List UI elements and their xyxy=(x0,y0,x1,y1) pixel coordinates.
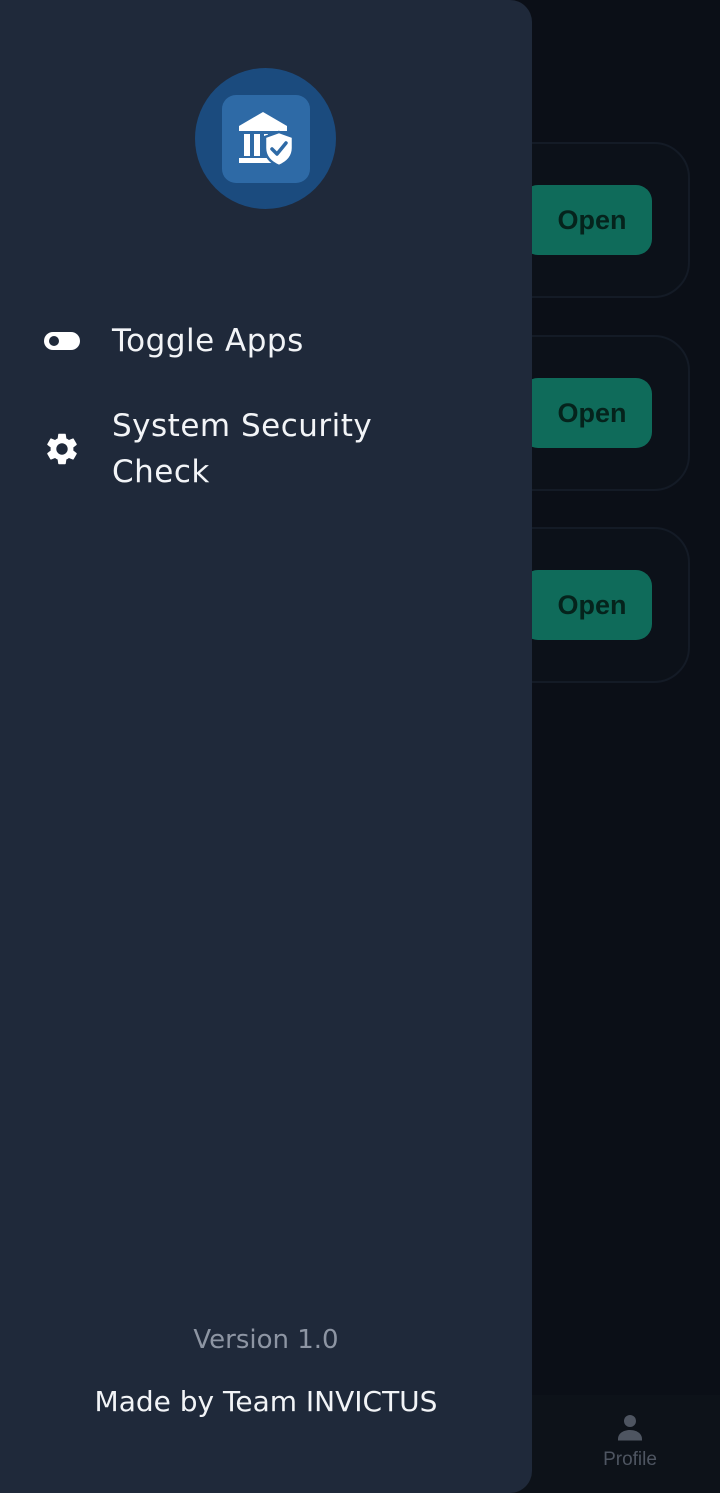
nav-label-profile: Profile xyxy=(603,1449,657,1470)
version-text: Version 1.0 xyxy=(193,1325,339,1355)
open-button[interactable]: Open xyxy=(522,570,652,640)
menu-item-system-security-check[interactable]: System Security Check xyxy=(40,403,412,495)
menu-label-toggle-apps: Toggle Apps xyxy=(112,323,304,359)
app-logo xyxy=(195,68,336,209)
navigation-drawer: Toggle Apps System Security Check Versio… xyxy=(0,0,532,1493)
open-button[interactable]: Open xyxy=(522,378,652,448)
person-icon xyxy=(618,1415,642,1441)
gear-icon xyxy=(40,427,84,471)
menu-label-system-security-check: System Security Check xyxy=(112,408,373,490)
credit-text: Made by Team INVICTUS xyxy=(94,1385,438,1418)
open-button[interactable]: Open xyxy=(522,185,652,255)
nav-item-profile[interactable]: Profile xyxy=(590,1409,670,1479)
menu-item-toggle-apps[interactable]: Toggle Apps xyxy=(40,318,412,364)
toggle-icon xyxy=(40,319,84,363)
bank-shield-icon xyxy=(221,94,310,183)
screen: Open Open Open Profile Toggle Apps Syste… xyxy=(0,0,720,1493)
